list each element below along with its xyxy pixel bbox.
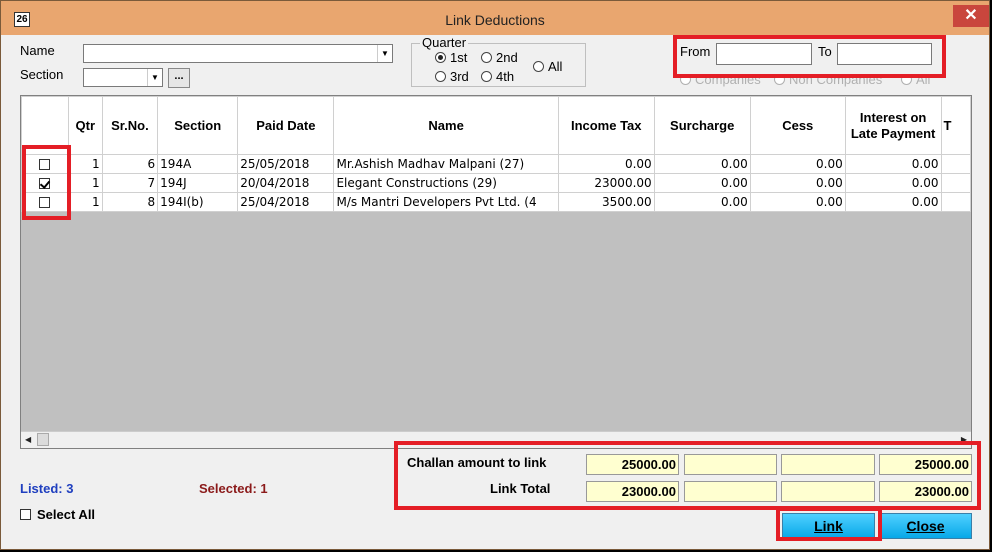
highlight-totals bbox=[394, 441, 981, 510]
surcharge-cell: 0.00 bbox=[653, 173, 751, 193]
close-icon: ✕ bbox=[964, 7, 978, 24]
interest-cell: 0.00 bbox=[844, 192, 942, 212]
cess-cell: 0.00 bbox=[749, 192, 846, 212]
qtr-cell: 1 bbox=[67, 154, 103, 174]
highlight-checkboxes bbox=[22, 145, 71, 220]
chevron-down-icon[interactable]: ▼ bbox=[377, 45, 392, 62]
srno-cell: 6 bbox=[101, 154, 159, 174]
interest-cell: 0.00 bbox=[844, 154, 942, 174]
income-tax-cell: 0.00 bbox=[557, 154, 655, 174]
radio-icon bbox=[481, 71, 492, 82]
section-cell: 194J bbox=[157, 173, 239, 193]
section-combobox[interactable]: ▼ bbox=[83, 68, 163, 87]
column-header-name[interactable]: Name bbox=[333, 96, 559, 155]
name-label: Name bbox=[20, 43, 55, 58]
section-cell: 194A bbox=[157, 154, 239, 174]
srno-cell: 7 bbox=[101, 173, 159, 193]
paid-date-cell: 25/05/2018 bbox=[237, 154, 335, 174]
quarter-2nd-radio[interactable]: 2nd bbox=[481, 50, 518, 65]
radio-icon bbox=[481, 52, 492, 63]
highlight-link-button bbox=[776, 507, 882, 541]
close-button[interactable]: Close bbox=[879, 513, 972, 539]
surcharge-cell: 0.00 bbox=[653, 192, 751, 212]
column-header-section[interactable]: Section bbox=[157, 96, 239, 155]
column-header-surcharge[interactable]: Surcharge bbox=[653, 96, 751, 155]
name-cell: Mr.Ashish Madhav Malpani (27) bbox=[333, 154, 559, 174]
column-header-paid-date[interactable]: Paid Date bbox=[237, 96, 335, 155]
select-all-label: Select All bbox=[37, 507, 96, 522]
section-browse-button[interactable]: ... bbox=[168, 68, 190, 88]
income-tax-cell: 23000.00 bbox=[557, 173, 655, 193]
scroll-left-icon[interactable]: ◀ bbox=[25, 435, 31, 444]
quarter-4th-radio[interactable]: 4th bbox=[481, 69, 514, 84]
section-label: Section bbox=[20, 67, 64, 82]
quarter-1st-radio[interactable]: 1st bbox=[435, 50, 467, 65]
quarter-3rd-radio[interactable]: 3rd bbox=[435, 69, 469, 84]
scrollbar-thumb[interactable] bbox=[37, 433, 49, 446]
column-header-cess[interactable]: Cess bbox=[749, 96, 846, 155]
highlight-from-to bbox=[673, 35, 946, 78]
radio-icon bbox=[435, 71, 446, 82]
deductions-table: Qtr Sr.No. Section Paid Date Name Income… bbox=[21, 96, 971, 212]
radio-selected-icon bbox=[435, 52, 446, 63]
qtr-cell: 1 bbox=[67, 173, 103, 193]
table-row[interactable]: 1 8 194I(b) 25/04/2018 M/s Mantri Develo… bbox=[21, 192, 971, 212]
column-header-t[interactable]: T bbox=[940, 96, 971, 155]
column-header-income-tax[interactable]: Income Tax bbox=[557, 96, 655, 155]
select-all-box[interactable] bbox=[20, 509, 31, 520]
table-row[interactable]: 1 6 194A 25/05/2018 Mr.Ashish Madhav Mal… bbox=[21, 154, 971, 174]
quarter-all-radio[interactable]: All bbox=[533, 59, 562, 74]
window-close-button[interactable]: ✕ bbox=[953, 5, 989, 27]
name-combobox[interactable]: ▼ bbox=[83, 44, 393, 63]
qtr-cell: 1 bbox=[67, 192, 103, 212]
radio-icon bbox=[533, 61, 544, 72]
section-cell: 194I(b) bbox=[157, 192, 239, 212]
t-cell bbox=[940, 192, 971, 212]
paid-date-cell: 25/04/2018 bbox=[237, 192, 335, 212]
cess-cell: 0.00 bbox=[749, 154, 846, 174]
quarter-legend: Quarter bbox=[420, 35, 469, 50]
cess-cell: 0.00 bbox=[749, 173, 846, 193]
t-cell bbox=[940, 154, 971, 174]
listed-count: Listed: 3 bbox=[20, 481, 74, 496]
interest-cell: 0.00 bbox=[844, 173, 942, 193]
column-header-qtr[interactable]: Qtr bbox=[67, 96, 103, 155]
deductions-grid: Qtr Sr.No. Section Paid Date Name Income… bbox=[20, 95, 972, 449]
column-header-srno[interactable]: Sr.No. bbox=[101, 96, 159, 155]
name-cell: M/s Mantri Developers Pvt Ltd. (4 bbox=[333, 192, 559, 212]
select-all-checkbox[interactable]: Select All bbox=[20, 507, 95, 522]
income-tax-cell: 3500.00 bbox=[557, 192, 655, 212]
srno-cell: 8 bbox=[101, 192, 159, 212]
chevron-down-icon[interactable]: ▼ bbox=[147, 69, 162, 86]
table-header-row: Qtr Sr.No. Section Paid Date Name Income… bbox=[21, 96, 971, 155]
table-row[interactable]: 1 7 194J 20/04/2018 Elegant Construction… bbox=[21, 173, 971, 193]
t-cell bbox=[940, 173, 971, 193]
selected-count: Selected: 1 bbox=[199, 481, 268, 496]
window-title: Link Deductions bbox=[445, 12, 545, 28]
link-deductions-window: 26 Link Deductions ✕ Name ▼ Section ▼ ..… bbox=[0, 0, 990, 550]
title-bar: 26 Link Deductions ✕ bbox=[1, 1, 989, 35]
surcharge-cell: 0.00 bbox=[653, 154, 751, 174]
paid-date-cell: 20/04/2018 bbox=[237, 173, 335, 193]
column-header-interest[interactable]: Interest on Late Payment bbox=[844, 96, 942, 155]
name-cell: Elegant Constructions (29) bbox=[333, 173, 559, 193]
